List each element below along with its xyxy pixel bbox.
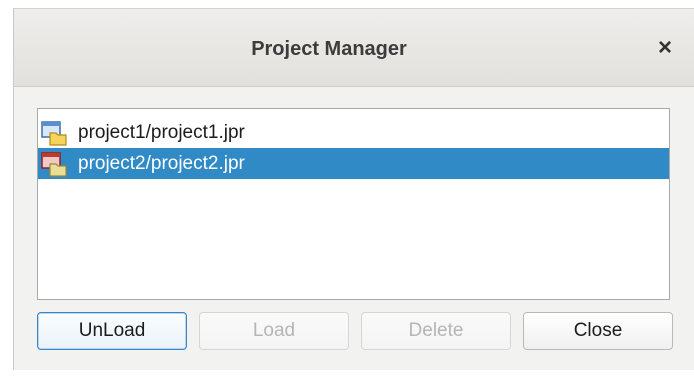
close-button[interactable]: Close	[523, 312, 673, 350]
project-icon	[41, 120, 67, 146]
title-bar[interactable]: Project Manager ×	[14, 9, 694, 87]
project-icon	[41, 151, 67, 177]
list-item-project2[interactable]: project2/project2.jpr	[38, 148, 669, 179]
project-list[interactable]: project1/project1.jpr project2/project2.…	[37, 108, 670, 300]
delete-button[interactable]: Delete	[361, 312, 511, 350]
dialog-title: Project Manager	[251, 38, 407, 60]
project-label: project2/project2.jpr	[78, 152, 245, 174]
project-manager-dialog: Project Manager × project1/project1.jpr …	[13, 8, 694, 370]
load-button[interactable]: Load	[199, 312, 349, 350]
project-label: project1/project1.jpr	[78, 121, 245, 143]
close-icon[interactable]: ×	[652, 35, 678, 61]
list-item-project1[interactable]: project1/project1.jpr	[38, 117, 669, 148]
unload-button[interactable]: UnLoad	[37, 312, 187, 350]
button-row: UnLoad Load Delete Close	[37, 312, 673, 350]
